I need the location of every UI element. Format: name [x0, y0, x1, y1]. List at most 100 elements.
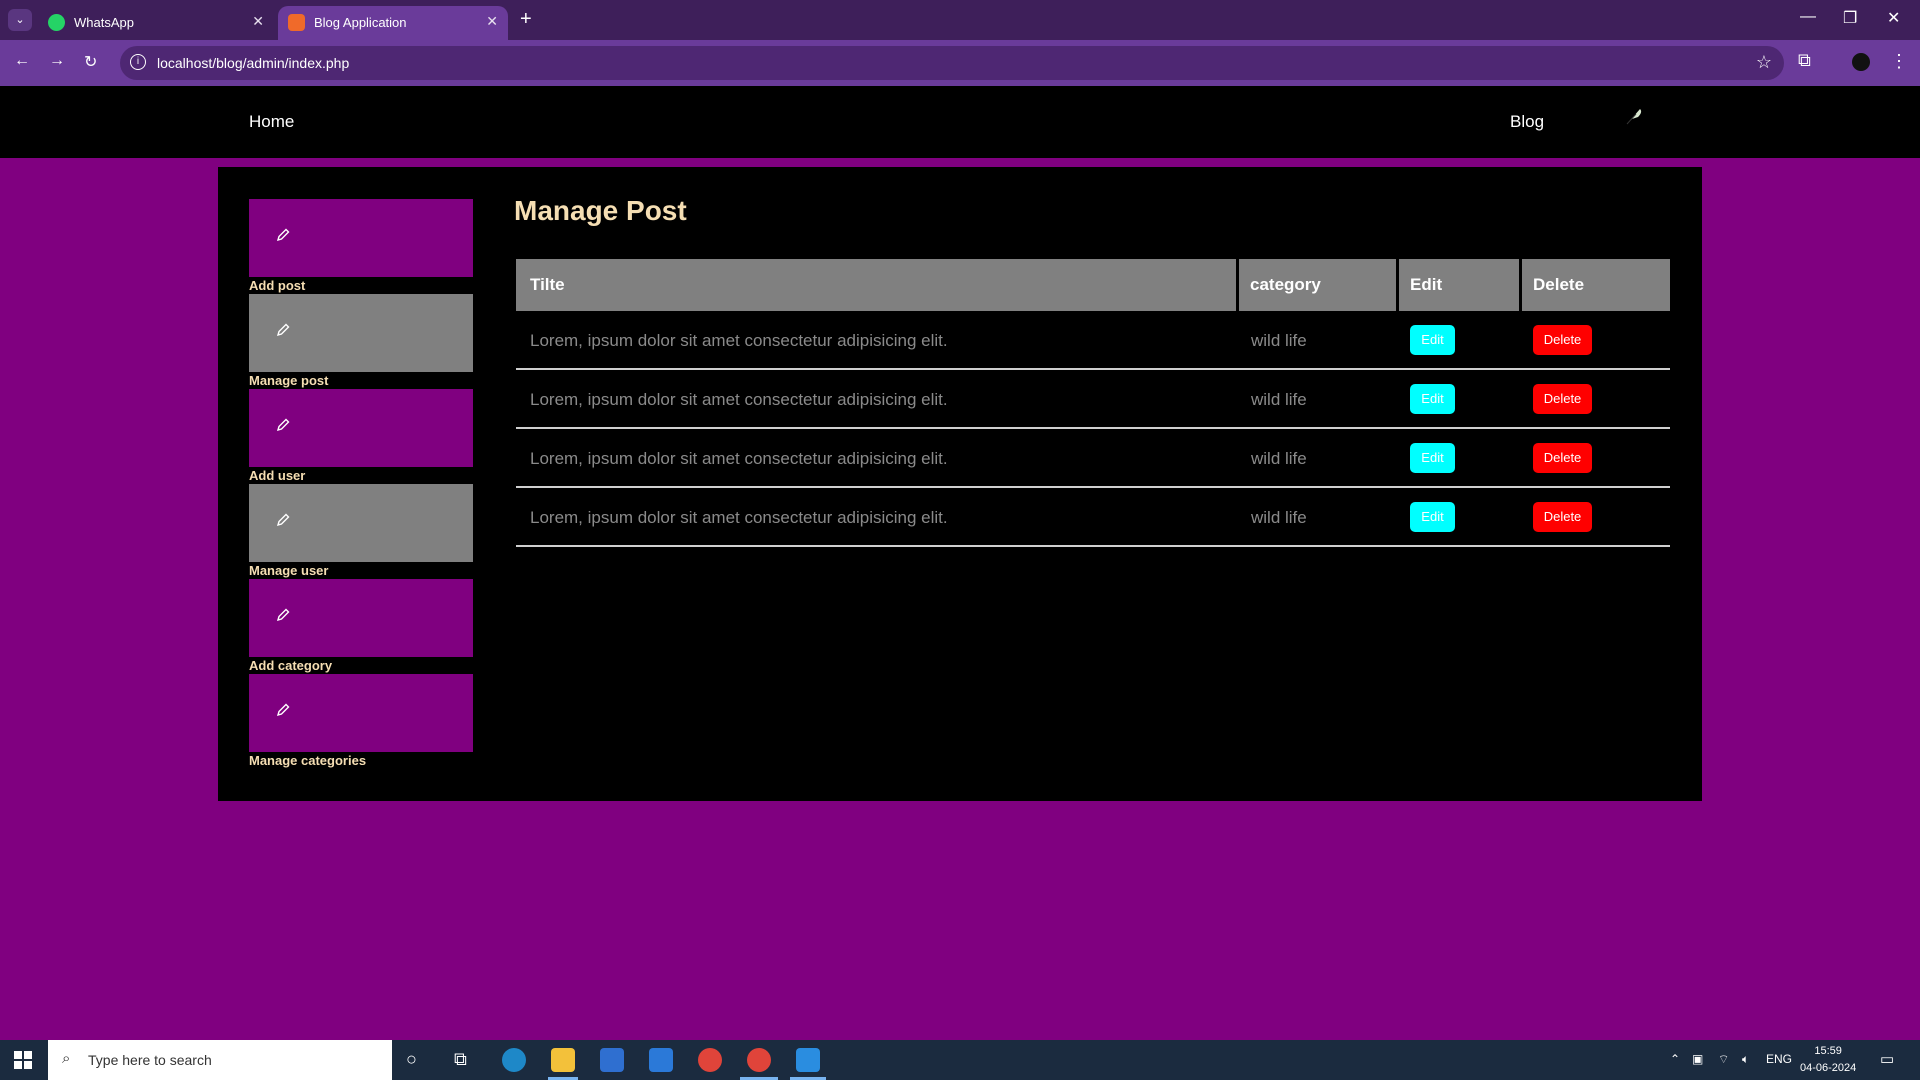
edit-button[interactable]: Edit	[1410, 325, 1455, 355]
browser-menu-icon[interactable]: ⋮	[1890, 51, 1908, 72]
language-indicator[interactable]: ENG	[1766, 1052, 1792, 1066]
sidebar-item-manage-categories[interactable]: Manage categories	[249, 674, 473, 769]
sidebar-item-manage-post[interactable]: Manage post	[249, 294, 473, 389]
taskbar-search-box[interactable]: ⌕ Type here to search	[48, 1040, 392, 1080]
clock-time: 15:59	[1814, 1045, 1842, 1057]
posts-table: Tilte category Edit Delete Lorem, ipsum …	[516, 259, 1670, 547]
edge-icon[interactable]	[502, 1048, 526, 1072]
column-divider	[1519, 311, 1522, 368]
wifi-icon[interactable]: ⌔	[1718, 1052, 1729, 1067]
forward-icon[interactable]: →	[49, 52, 65, 70]
tab-whatsapp[interactable]: WhatsApp ✕	[38, 6, 274, 40]
delete-button[interactable]: Delete	[1533, 443, 1592, 473]
reload-icon[interactable]: ↻	[84, 52, 97, 72]
column-divider	[1396, 488, 1399, 545]
cortana-icon[interactable]: ○	[406, 1049, 417, 1070]
tab-label: Blog Application	[314, 15, 407, 30]
whatsapp-icon	[48, 14, 65, 31]
microsoft-store-icon[interactable]	[600, 1048, 624, 1072]
extensions-icon[interactable]: ⧉	[1798, 50, 1811, 71]
close-tab-icon[interactable]: ✕	[252, 13, 264, 30]
column-divider	[1236, 311, 1239, 368]
sidebar-item-manage-user[interactable]: Manage user	[249, 484, 473, 579]
notifications-icon[interactable]: ▭	[1880, 1050, 1894, 1068]
column-divider	[1396, 259, 1399, 311]
vscode-icon[interactable]	[796, 1048, 820, 1072]
minimize-icon[interactable]: —	[1800, 8, 1816, 26]
pencil-icon	[276, 703, 290, 717]
sidebar-tile[interactable]	[249, 294, 473, 372]
post-category-cell: wild life	[1251, 449, 1307, 468]
column-header-category: category	[1250, 275, 1321, 294]
windows-start-icon[interactable]	[14, 1051, 32, 1069]
file-explorer-icon[interactable]	[551, 1048, 575, 1072]
edit-button[interactable]: Edit	[1410, 443, 1455, 473]
tab-search-button[interactable]: ⌄	[8, 9, 32, 31]
delete-button[interactable]: Delete	[1533, 325, 1592, 355]
task-view-icon[interactable]: ⧉	[454, 1049, 467, 1070]
restore-icon[interactable]: ❐	[1843, 8, 1857, 28]
column-divider	[1519, 370, 1522, 427]
table-row: Lorem, ipsum dolor sit amet consectetur …	[516, 429, 1670, 488]
sidebar-item-label[interactable]: Add category	[249, 658, 332, 673]
back-icon[interactable]: ←	[14, 52, 30, 70]
table-header: Tilte category Edit Delete	[516, 259, 1670, 311]
sidebar-item-label[interactable]: Add post	[249, 278, 305, 293]
column-divider	[1236, 370, 1239, 427]
browser-toolbar: ← → ↻ i localhost/blog/admin/index.php ☆…	[0, 40, 1920, 86]
admin-sidebar: Add post Manage post Add user Manage use…	[249, 199, 473, 769]
close-tab-icon[interactable]: ✕	[486, 13, 498, 30]
sidebar-tile[interactable]	[249, 199, 473, 277]
sidebar-item-add-category[interactable]: Add category	[249, 579, 473, 674]
sidebar-tile[interactable]	[249, 674, 473, 752]
nav-blog-link[interactable]: Blog	[1510, 112, 1544, 132]
sidebar-item-label[interactable]: Manage user	[249, 563, 328, 578]
mail-icon[interactable]	[649, 1048, 673, 1072]
edit-button[interactable]: Edit	[1410, 502, 1455, 532]
sidebar-item-add-post[interactable]: Add post	[249, 199, 473, 294]
column-divider	[1519, 429, 1522, 486]
sidebar-tile[interactable]	[249, 579, 473, 657]
column-divider	[1396, 370, 1399, 427]
volume-icon[interactable]: 🔈︎	[1742, 1052, 1749, 1067]
sidebar-item-label[interactable]: Manage categories	[249, 753, 366, 768]
new-tab-button[interactable]: +	[520, 8, 532, 31]
delete-button[interactable]: Delete	[1533, 384, 1592, 414]
site-header: Home Blog	[0, 86, 1920, 158]
column-divider	[1396, 429, 1399, 486]
pencil-icon	[276, 418, 290, 432]
sidebar-item-label[interactable]: Add user	[249, 468, 305, 483]
post-title-cell: Lorem, ipsum dolor sit amet consectetur …	[530, 331, 948, 350]
sidebar-item-label[interactable]: Manage post	[249, 373, 328, 388]
edit-button[interactable]: Edit	[1410, 384, 1455, 414]
search-placeholder[interactable]: Type here to search	[88, 1052, 212, 1068]
sidebar-item-add-user[interactable]: Add user	[249, 389, 473, 484]
site-info-icon[interactable]: i	[130, 54, 146, 70]
nav-home-link[interactable]: Home	[249, 112, 294, 132]
chrome-profile-icon[interactable]	[747, 1048, 771, 1072]
table-row: Lorem, ipsum dolor sit amet consectetur …	[516, 311, 1670, 370]
column-divider	[1236, 429, 1239, 486]
post-title-cell: Lorem, ipsum dolor sit amet consectetur …	[530, 449, 948, 468]
close-window-icon[interactable]: ✕	[1887, 8, 1900, 28]
post-category-cell: wild life	[1251, 508, 1307, 527]
sidebar-tile[interactable]	[249, 484, 473, 562]
delete-button[interactable]: Delete	[1533, 502, 1592, 532]
feather-logo-icon[interactable]	[1624, 106, 1644, 126]
network-icon[interactable]: ▣	[1692, 1052, 1703, 1066]
chrome-icon[interactable]	[698, 1048, 722, 1072]
tab-blog-application[interactable]: Blog Application ✕	[278, 6, 508, 40]
sidebar-tile[interactable]	[249, 389, 473, 467]
bookmark-star-icon[interactable]: ☆	[1756, 52, 1772, 73]
show-hidden-icons[interactable]: ⌃	[1670, 1052, 1680, 1066]
column-divider	[1519, 259, 1522, 311]
profile-avatar[interactable]	[1850, 51, 1872, 73]
address-bar[interactable]: i localhost/blog/admin/index.php ☆	[120, 46, 1784, 80]
pencil-icon	[276, 228, 290, 242]
windows-taskbar: ⌕ Type here to search ○ ⧉ ⌃ ▣ ⌔ 🔈︎ ENG 1…	[0, 1040, 1920, 1080]
url-text[interactable]: localhost/blog/admin/index.php	[157, 55, 349, 71]
column-header-title: Tilte	[530, 275, 565, 294]
pencil-icon	[276, 608, 290, 622]
clock-date: 04-06-2024	[1800, 1062, 1857, 1074]
taskbar-clock[interactable]: 15:59 04-06-2024	[1800, 1043, 1856, 1077]
